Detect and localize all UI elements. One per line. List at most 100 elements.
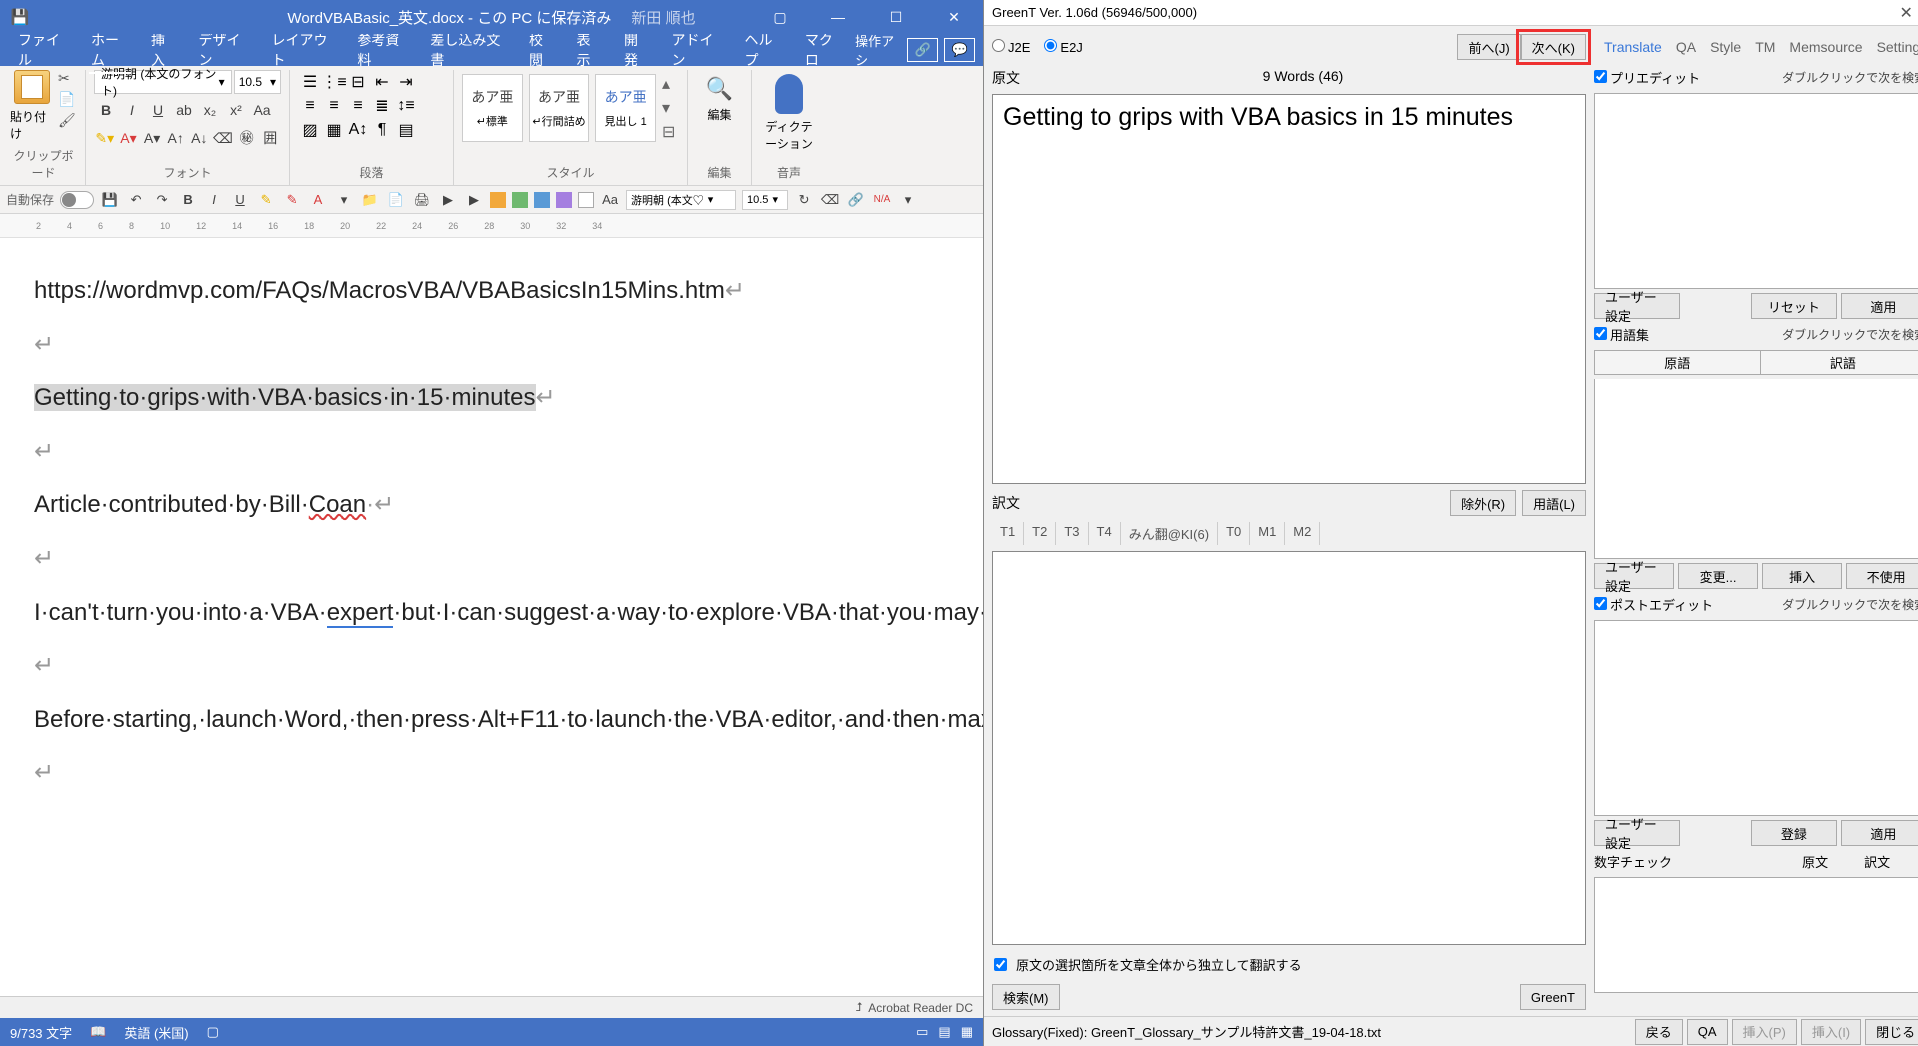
glossary-change-button[interactable]: 変更... (1678, 563, 1758, 589)
sup-button[interactable]: x² (224, 98, 248, 122)
terms-button[interactable]: 用語(L) (1522, 490, 1586, 516)
qat-link-icon[interactable]: 🔗 (846, 190, 866, 210)
qat-size-select[interactable]: 10.5▾ (742, 190, 788, 210)
paste-button[interactable]: 貼り付け (10, 70, 54, 142)
insert-i-button[interactable]: 挿入(I) (1801, 1019, 1861, 1045)
exclude-button[interactable]: 除外(R) (1450, 490, 1516, 516)
tab-t0[interactable]: T0 (1218, 522, 1250, 545)
ribbon-display-icon[interactable]: ▢ (751, 0, 809, 34)
qat-color-orange[interactable] (490, 192, 506, 208)
postedit-list[interactable] (1594, 620, 1918, 816)
format-painter-icon[interactable]: 🖌 (58, 112, 76, 129)
prev-button[interactable]: 前へ(J) (1457, 34, 1520, 60)
source-textarea[interactable]: Getting to grips with VBA basics in 15 m… (992, 94, 1586, 484)
style-heading1[interactable]: あア亜見出し 1 (595, 74, 656, 142)
styles-up-icon[interactable]: ▴ (662, 74, 679, 94)
multilevel-button[interactable]: ⊟ (346, 70, 370, 94)
bold-button[interactable]: B (94, 98, 118, 122)
show-marks-button[interactable]: ¶ (370, 118, 394, 142)
postedit-apply-button[interactable]: 適用 (1841, 820, 1918, 846)
font-color-button[interactable]: A▾ (118, 126, 140, 150)
style-normal[interactable]: あア亜↵標準 (462, 74, 523, 142)
autosave-toggle[interactable] (60, 191, 94, 209)
search-button[interactable]: 検索(M) (992, 984, 1060, 1010)
qat-redo-icon[interactable]: ↷ (152, 190, 172, 210)
qat-hl-yellow[interactable]: ✎ (256, 190, 276, 210)
language-status[interactable]: 英語 (米国) (124, 1023, 188, 1042)
justify-button[interactable]: ≣ (370, 94, 394, 118)
editing-label[interactable]: 編集 (707, 106, 731, 123)
radio-j2e[interactable]: J2E (992, 39, 1030, 55)
qat-refresh-icon[interactable]: ↻ (794, 190, 814, 210)
tab-m2[interactable]: M2 (1285, 522, 1320, 545)
qat-more1[interactable]: ▾ (334, 190, 354, 210)
sub-button[interactable]: x₂ (198, 98, 222, 122)
qat-bold[interactable]: B (178, 190, 198, 210)
read-mode-icon[interactable]: ▭ (916, 1024, 928, 1040)
qat-undo-icon[interactable]: ↶ (126, 190, 146, 210)
back-button[interactable]: 戻る (1635, 1019, 1683, 1045)
independent-checkbox[interactable]: 原文の選択箇所を文章全体から独立して翻訳する (992, 951, 1586, 978)
indent-dec-button[interactable]: ⇤ (370, 70, 394, 94)
postedit-register-button[interactable]: 登録 (1751, 820, 1837, 846)
align-left-button[interactable]: ≡ (298, 94, 322, 118)
qat-run2[interactable]: ▶ (464, 190, 484, 210)
qat-na[interactable]: N/A (872, 190, 892, 210)
glossary-userset-button[interactable]: ユーザー設定 (1594, 563, 1674, 589)
next-button[interactable]: 次へ(K) (1521, 34, 1586, 60)
close-icon[interactable]: ✕ (925, 0, 983, 34)
qat-custom-icon[interactable]: ▾ (898, 190, 918, 210)
shrink-font-button[interactable]: A↓ (189, 126, 211, 150)
maximize-icon[interactable]: ☐ (867, 0, 925, 34)
tell-me[interactable]: 操作アシ (855, 31, 901, 69)
qat-color-blue[interactable] (534, 192, 550, 208)
qat-save-icon[interactable]: 💾 (100, 190, 120, 210)
document-body[interactable]: https://wordmvp.com/FAQs/MacrosVBA/VBABa… (0, 238, 983, 996)
qat-color-purple[interactable] (556, 192, 572, 208)
qat-folder-icon[interactable]: 📁 (360, 190, 380, 210)
find-icon[interactable]: 🔍 (706, 76, 733, 102)
highlight-button[interactable]: ✎▾ (94, 126, 116, 150)
tab-home[interactable]: ホーム (81, 26, 139, 74)
minimize-icon[interactable]: — (809, 0, 867, 34)
tab-translate[interactable]: Translate (1598, 37, 1668, 57)
tab-minna[interactable]: みん翻@KI(6) (1121, 522, 1218, 545)
copy-icon[interactable]: 📄 (58, 91, 76, 108)
glossary-unused-button[interactable]: 不使用 (1846, 563, 1918, 589)
glossary-insert-button[interactable]: 挿入 (1762, 563, 1842, 589)
qat-font-select[interactable]: 游明朝 (本文♡▾ (626, 190, 736, 210)
postedit-checkbox[interactable]: ポストエディット (1594, 595, 1713, 614)
save-icon[interactable]: 💾 (0, 8, 40, 26)
styles-down-icon[interactable]: ▾ (662, 98, 679, 118)
tab-setting[interactable]: Setting (1871, 37, 1918, 57)
cut-icon[interactable]: ✂ (58, 70, 76, 87)
target-textarea[interactable] (992, 551, 1586, 945)
share-icon[interactable]: 🔗 (907, 38, 938, 62)
qat-color[interactable]: A (308, 190, 328, 210)
greent-close-icon[interactable]: ✕ (1886, 3, 1918, 23)
tab-qa[interactable]: QA (1670, 37, 1702, 57)
bullets-button[interactable]: ☰ (298, 70, 322, 94)
postedit-userset-button[interactable]: ユーザー設定 (1594, 820, 1680, 846)
close-button[interactable]: 閉じる (1865, 1019, 1918, 1045)
align-center-button[interactable]: ≡ (322, 94, 346, 118)
word-count[interactable]: 9/733 文字 (10, 1023, 72, 1042)
align-right-button[interactable]: ≡ (346, 94, 370, 118)
preedit-apply-button[interactable]: 適用 (1841, 293, 1918, 319)
qa-button[interactable]: QA (1687, 1019, 1728, 1045)
borders-button[interactable]: ▦ (322, 118, 346, 142)
spellcheck-icon[interactable]: 📖 (90, 1024, 106, 1040)
style-nospacing[interactable]: あア亜↵行間詰め (529, 74, 590, 142)
qat-hl-red[interactable]: ✎ (282, 190, 302, 210)
print-layout-icon[interactable]: ▤ (938, 1024, 950, 1040)
tab-t2[interactable]: T2 (1024, 522, 1056, 545)
comments-icon[interactable]: 💬 (944, 38, 975, 62)
radio-e2j[interactable]: E2J (1044, 39, 1082, 55)
strike-button[interactable]: ab (172, 98, 196, 122)
grid-button[interactable]: ▤ (394, 118, 418, 142)
grow-font-button[interactable]: A↑ (165, 126, 187, 150)
qat-case[interactable]: Aa (600, 190, 620, 210)
qat-page-icon[interactable]: 📄 (386, 190, 406, 210)
tab-t3[interactable]: T3 (1056, 522, 1088, 545)
qat-italic[interactable]: I (204, 190, 224, 210)
